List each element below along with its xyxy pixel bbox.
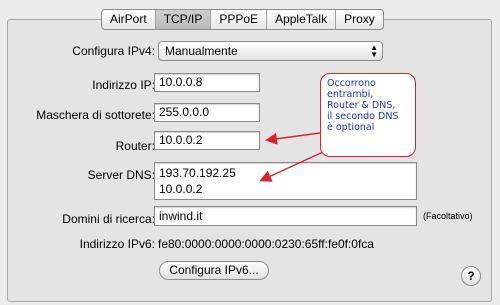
- ip-address-field[interactable]: 10.0.0.8: [154, 73, 260, 92]
- router-field[interactable]: 10.0.0.2: [154, 131, 260, 150]
- annotation-line-2: entrambi,: [327, 89, 374, 100]
- annotation-line-5: è optional: [327, 122, 375, 133]
- ip-address-label: Indirizzo IP:: [92, 78, 155, 92]
- dns-server-secondary: 10.0.0.2: [159, 182, 203, 196]
- search-domains-field[interactable]: inwind.it: [154, 206, 417, 226]
- dns-server-primary: 193.70.192.25: [159, 166, 236, 180]
- annotation-callout: Occorrono entrambi, Router & DNS, il sec…: [320, 73, 416, 157]
- configure-ipv4-select[interactable]: Manualmente ▲ ▼: [158, 41, 383, 61]
- tab-proxy[interactable]: Proxy: [336, 10, 383, 29]
- subnet-mask-label: Maschera di sottorete:: [36, 108, 155, 122]
- help-button[interactable]: ?: [461, 266, 481, 286]
- configure-ipv4-label: Configura IPv4:: [72, 44, 155, 58]
- ipv6-address-label: Indirizzo IPv6:: [79, 237, 155, 251]
- configure-ipv4-value: Manualmente: [165, 44, 238, 58]
- tab-pppoe[interactable]: PPPoE: [211, 10, 268, 29]
- dns-server-label: Server DNS:: [87, 168, 155, 182]
- dns-server-field[interactable]: 193.70.192.25 10.0.0.2: [154, 162, 417, 200]
- annotation-line-3: Router & DNS,: [327, 100, 396, 111]
- tab-appletalk[interactable]: AppleTalk: [267, 10, 337, 29]
- router-label: Router:: [115, 139, 155, 153]
- annotation-line-1: Occorrono: [327, 78, 376, 89]
- updown-arrows-icon: ▲ ▼: [370, 43, 378, 59]
- search-domains-label: Domini di ricerca:: [62, 212, 155, 226]
- subnet-mask-field[interactable]: 255.0.0.0: [154, 103, 260, 122]
- tab-airport[interactable]: AirPort: [102, 10, 156, 29]
- configure-ipv6-button[interactable]: Configura IPv6...: [159, 261, 269, 280]
- tcpip-panel: [7, 19, 492, 302]
- tab-tcpip[interactable]: TCP/IP: [155, 10, 212, 29]
- ipv6-address-value: fe80:0000:0000:0000:0230:65ff:fe0f:0fca: [158, 237, 374, 251]
- tab-bar: AirPort TCP/IP PPPoE AppleTalk Proxy: [101, 9, 384, 30]
- annotation-line-4: il secondo DNS: [327, 111, 399, 122]
- optional-note: (Facoltativo): [423, 211, 473, 221]
